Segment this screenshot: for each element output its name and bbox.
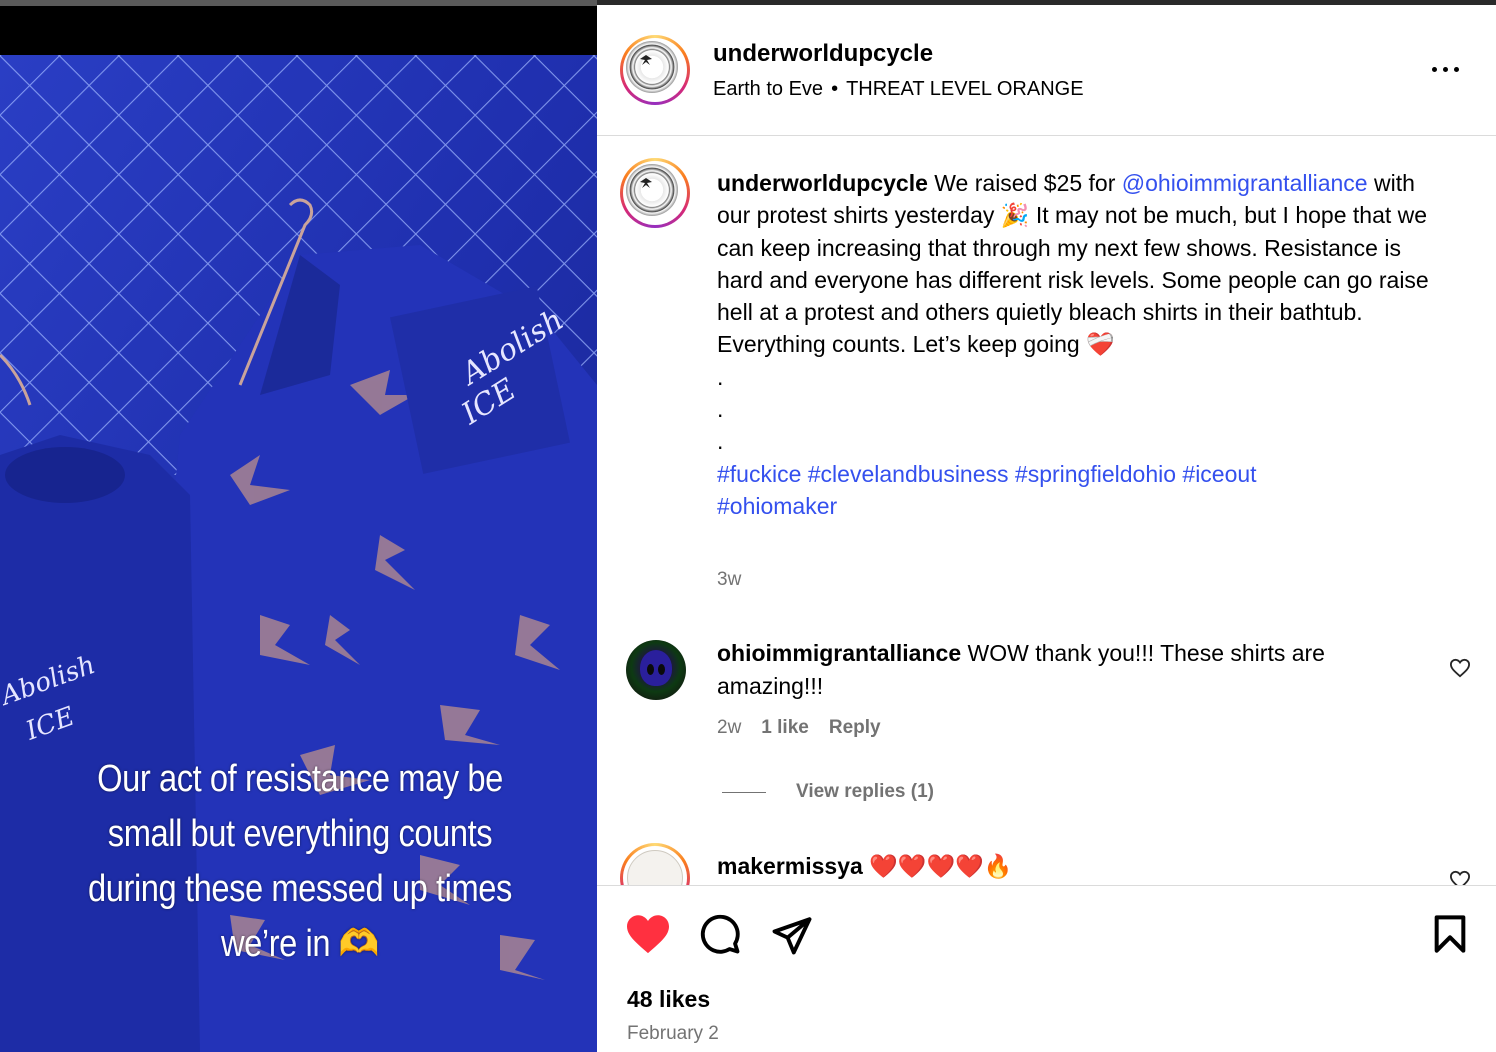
audio-artist[interactable]: Earth to Eve (713, 78, 823, 100)
reply-button[interactable]: Reply (829, 717, 881, 738)
comment-body: ohioimmigrantalliance WOW thank you!!! T… (717, 637, 1417, 703)
commenter-username[interactable]: ohioimmigrantalliance (717, 640, 961, 666)
comment-bubble-icon[interactable] (699, 913, 741, 955)
comments-list[interactable]: underworldupcycle We raised $25 for @ohi… (597, 137, 1496, 885)
hashtags[interactable]: #fuckice #clevelandbusiness #springfield… (717, 458, 1357, 523)
view-replies-label: View replies (1) (796, 781, 934, 802)
post-detail-panel: underworldupcycle Earth to Eve • THREAT LE… (597, 5, 1496, 1052)
caption-author-avatar[interactable] (620, 158, 690, 228)
comment-meta: 2w 1 like Reply (717, 717, 901, 739)
likes-count[interactable]: 48 likes (627, 986, 710, 1013)
overlay-line: during these messed up times (88, 868, 512, 910)
audio-track[interactable]: THREAT LEVEL ORANGE (846, 78, 1083, 100)
overlay-line: Our act of resistance may be (97, 758, 503, 800)
caption-dot: . (717, 363, 724, 390)
view-replies-button[interactable]: View replies (1) (722, 781, 934, 803)
moth-logo-icon (640, 55, 652, 65)
heart-hands-emoji: 🫶 (338, 923, 380, 965)
author-username[interactable]: underworldupcycle (713, 40, 933, 68)
caption-username[interactable]: underworldupcycle (717, 170, 928, 196)
mending-heart-emoji: ❤️‍🩹 (1086, 331, 1115, 358)
separator-dot: • (831, 78, 839, 100)
paper-plane-icon[interactable] (771, 914, 813, 956)
bookmark-icon[interactable] (1432, 914, 1468, 954)
comment-body: makermissya ❤️❤️❤️❤️🔥 (717, 850, 1012, 883)
more-options-icon[interactable] (1430, 59, 1462, 79)
moth-logo-icon (640, 178, 652, 188)
caption-timestamp: 3w (717, 569, 742, 590)
author-avatar[interactable] (620, 35, 690, 105)
post-media[interactable]: Abolish ICE Abolish ICE Our act of resis… (0, 0, 597, 1052)
party-popper-emoji: 🎉 (1000, 202, 1030, 229)
heart-outline-icon[interactable] (1449, 658, 1471, 678)
media-top-bar (0, 0, 597, 55)
media-top-strip (0, 0, 597, 6)
post-header: underworldupcycle Earth to Eve • THREAT LE… (597, 5, 1496, 136)
audio-info[interactable]: Earth to Eve • THREAT LEVEL ORANGE (713, 78, 1084, 101)
comment-text: ❤️❤️❤️❤️🔥 (862, 853, 1013, 879)
divider-line (722, 791, 766, 793)
comment-timestamp: 2w (717, 717, 742, 738)
post-date[interactable]: February 2 (627, 1023, 719, 1045)
overlay-line: we’re in 🫶 (59, 917, 541, 972)
commenter-username[interactable]: makermissya (717, 853, 863, 879)
caption-dot: . (717, 396, 724, 423)
heart-filled-icon[interactable] (625, 913, 671, 955)
caption-dot: . (717, 428, 724, 455)
heart-outline-icon[interactable] (1449, 870, 1471, 885)
caption-text: We raised $25 for (927, 170, 1122, 196)
post-caption: underworldupcycle We raised $25 for @ohi… (717, 167, 1452, 522)
overlay-line: small but everything counts (107, 813, 493, 855)
commenter-avatar[interactable] (626, 640, 686, 700)
action-bar: 48 likes February 2 (597, 885, 1496, 1052)
mention-link[interactable]: @ohioimmigrantalliance (1122, 170, 1368, 196)
commenter-avatar[interactable] (620, 843, 690, 885)
media-overlay-caption: Our act of resistance may be small but e… (59, 752, 541, 972)
comment-likes[interactable]: 1 like (761, 717, 809, 738)
